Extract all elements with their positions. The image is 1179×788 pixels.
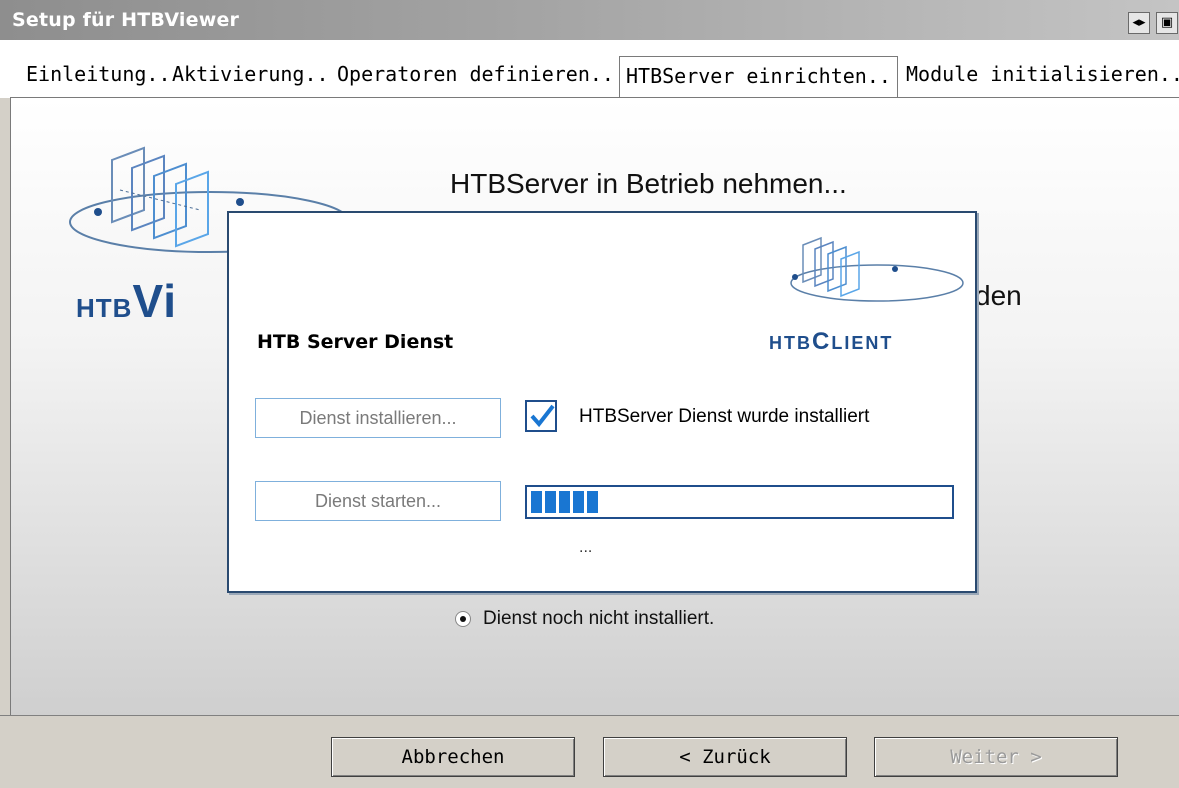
next-button[interactable]: Weiter > xyxy=(874,737,1118,777)
progress-segment xyxy=(531,491,542,513)
start-service-button[interactable]: Dienst starten... xyxy=(255,481,501,521)
install-service-button[interactable]: Dienst installieren... xyxy=(255,398,501,438)
cancel-button[interactable]: Abbrechen xyxy=(331,737,575,777)
htbclient-brand: HTBCLIENT xyxy=(769,328,894,355)
progress-segment xyxy=(559,491,570,513)
progress-segment xyxy=(573,491,584,513)
service-dialog: HTBCLIENT HTB Server Dienst Dienst insta… xyxy=(227,211,977,593)
window-icon[interactable]: ▣ xyxy=(1156,12,1178,34)
window-title: Setup für HTBViewer xyxy=(12,9,240,31)
page-heading: HTBServer in Betrieb nehmen... xyxy=(450,168,847,199)
installed-label: HTBServer Dienst wurde installiert xyxy=(579,406,870,427)
installed-checkbox[interactable] xyxy=(525,400,557,432)
status-text: ... xyxy=(579,539,593,556)
tab-htbserver[interactable]: HTBServer einrichten.. xyxy=(619,56,898,102)
progress-segment xyxy=(587,491,598,513)
progress-fill xyxy=(531,491,598,513)
tab-module[interactable]: Module initialisieren.. xyxy=(906,62,1179,86)
radio-label: Dienst noch nicht installiert. xyxy=(483,608,715,629)
restore-icon[interactable]: ◂▸ xyxy=(1128,12,1150,34)
htbviewer-brand: HTBVi xyxy=(76,275,178,327)
back-button[interactable]: < Zurück xyxy=(603,737,847,777)
title-bar: Setup für HTBViewer ◂▸ ▣ xyxy=(0,0,1179,40)
tab-strip: Einleitung.. Aktivierung.. Operatoren de… xyxy=(0,40,1179,102)
tab-aktivierung[interactable]: Aktivierung.. xyxy=(172,62,329,86)
tab-operatoren[interactable]: Operatoren definieren.. xyxy=(337,62,614,86)
progress-bar xyxy=(525,485,954,519)
dialog-title: HTB Server Dienst xyxy=(257,331,454,353)
service-status-radio[interactable]: Dienst noch nicht installiert. xyxy=(455,608,714,630)
htbclient-logo-icon xyxy=(790,236,964,302)
checkmark-icon xyxy=(530,404,555,428)
progress-segment xyxy=(545,491,556,513)
tab-einleitung[interactable]: Einleitung.. xyxy=(26,62,171,86)
footer-bar: Abbrechen < Zurück Weiter > xyxy=(0,715,1179,788)
partial-description-text: den xyxy=(975,280,1022,311)
radio-button[interactable] xyxy=(455,611,471,627)
